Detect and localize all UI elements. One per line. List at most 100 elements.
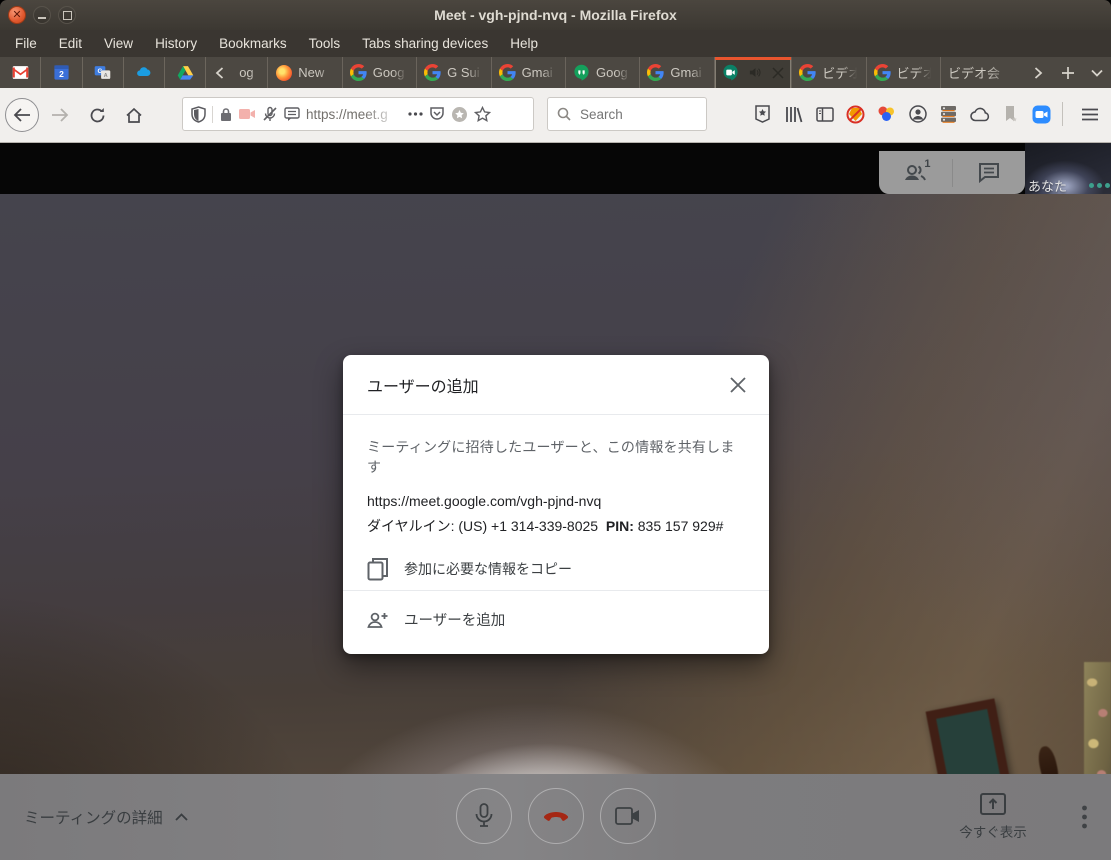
notification-bubble-icon[interactable] [284,107,300,122]
url-text[interactable]: https://meet.g [306,107,402,122]
pinned-tab-gmail[interactable] [0,57,41,88]
window-title: Meet - vgh-pjnd-nvq - Mozilla Firefox [0,0,1111,30]
menu-view[interactable]: View [93,32,144,55]
tab-close-icon[interactable] [772,67,784,79]
menu-bookmarks[interactable]: Bookmarks [208,32,298,55]
menu-edit[interactable]: Edit [48,32,93,55]
tab-video-1[interactable]: ビデオ [792,57,866,88]
tab-google-1[interactable]: Goog [343,57,417,88]
meeting-details-button[interactable]: ミーティングの詳細 [24,774,188,860]
svg-text:2: 2 [59,69,64,79]
pinned-tab-calendar[interactable]: 2 [41,57,82,88]
account-button[interactable] [902,98,933,130]
cloud-extension-button[interactable] [964,98,995,130]
copy-icon [367,557,389,581]
app-menu-button[interactable] [1074,98,1106,130]
present-now-button[interactable]: 今すぐ表示 [938,774,1048,860]
pin-value: 835 157 929# [638,518,724,534]
chat-button[interactable] [953,151,1026,194]
tab-hangouts[interactable]: Goog [566,57,640,88]
tab-clipped[interactable]: og [232,57,268,88]
tabbar: 2 GA og New Goog G Sui Gmai Goog Gmai [0,57,1111,88]
microphone-blocked-icon[interactable] [262,106,278,122]
back-button[interactable] [5,98,39,132]
zoom-camera-icon [1032,105,1051,124]
dialog-title: ユーザーの追加 [367,373,729,397]
pinned-tab-onedrive[interactable] [124,57,165,88]
copy-joining-info-button[interactable]: 参加に必要な情報をコピー [367,557,745,581]
page-actions-icon[interactable] [408,112,423,116]
menu-file[interactable]: File [4,32,48,55]
gdrive-icon [177,64,194,81]
google-icon [874,64,891,81]
plus-icon [1061,66,1075,80]
tab-video-2[interactable]: ビデオ [867,57,941,88]
dialin-info: ダイヤルイン: (US) +1 314-339-8025 PIN: 835 15… [367,516,745,536]
tab-video-3[interactable]: ビデオ会 [941,57,1024,88]
add-users-dialog: ユーザーの追加 ミーティングに招待したユーザーと、この情報を共有します http… [343,355,769,654]
tab-label: ビデオ [897,63,933,82]
pinned-tab-translate[interactable]: GA [83,57,124,88]
url-bar[interactable]: https://meet.g [182,97,534,131]
back-icon [13,108,31,122]
menu-history[interactable]: History [144,32,208,55]
hangup-button[interactable] [528,788,584,844]
tab-gmail-1[interactable]: Gmai [492,57,566,88]
server-extension-button[interactable] [933,98,964,130]
camera-button[interactable] [600,788,656,844]
tab-audio-icon[interactable] [748,65,763,80]
tab-scroll-right-button[interactable] [1024,57,1053,88]
more-options-button[interactable] [1068,774,1100,860]
sidebar-button[interactable] [809,98,840,130]
tab-gsuite[interactable]: G Sui [417,57,491,88]
onedrive-cloud-icon [135,64,152,81]
window-minimize-button[interactable] [33,6,51,24]
copy-label: 参加に必要な情報をコピー [404,559,572,579]
tab-gmail-2[interactable]: Gmai [640,57,714,88]
window-maximize-button[interactable] [58,6,76,24]
menu-tools[interactable]: Tools [298,32,352,55]
svg-text:A: A [104,73,108,79]
tracking-protection-shield-icon[interactable] [191,106,206,123]
reload-icon [89,107,106,124]
tab-scroll-left-button[interactable] [206,57,232,88]
disabled-bookmark-extension-button[interactable] [995,98,1026,130]
zoom-extension-button[interactable] [1026,98,1057,130]
pinned-tab-gdrive[interactable] [165,57,206,88]
list-all-tabs-button[interactable] [1082,57,1111,88]
adblock-extension-button[interactable] [840,98,871,130]
pocket-icon[interactable] [429,106,445,122]
camera-in-use-icon[interactable] [239,108,256,120]
search-bar[interactable] [547,97,707,131]
home-button[interactable] [118,99,150,131]
library-button[interactable] [778,98,809,130]
google-icon [799,64,816,81]
search-input[interactable] [578,106,692,123]
reload-button[interactable] [81,99,113,131]
cloud-icon [970,107,990,122]
meeting-bottom-bar: ミーティングの詳細 今すぐ表示 [0,774,1111,860]
tab-label: og [239,65,260,80]
minimize-icon [38,11,46,19]
color-balls-extension-button[interactable] [871,98,902,130]
tab-new[interactable]: New [268,57,342,88]
window-close-button[interactable]: ✕ [8,6,26,24]
microphone-button[interactable] [456,788,512,844]
bookmark-star-icon[interactable] [474,106,491,123]
google-icon [499,64,516,81]
person-add-icon [367,611,389,629]
tab-meet-active[interactable] [715,57,792,88]
menu-help[interactable]: Help [499,32,549,55]
screenshot-extension-icon[interactable] [451,106,468,123]
participants-button[interactable]: 1 [879,151,952,194]
vertical-dots-icon [1082,805,1087,829]
bookmarks-menu-button[interactable] [747,98,778,130]
add-users-button[interactable]: ユーザーを追加 [343,590,769,648]
forward-button[interactable] [44,99,76,131]
google-icon [647,64,664,81]
dialog-close-icon[interactable] [729,376,747,394]
menu-tabs-sharing-devices[interactable]: Tabs sharing devices [351,32,499,55]
tab-label: Gmai [670,65,706,80]
new-tab-button[interactable] [1053,57,1082,88]
lock-icon[interactable] [219,107,233,122]
